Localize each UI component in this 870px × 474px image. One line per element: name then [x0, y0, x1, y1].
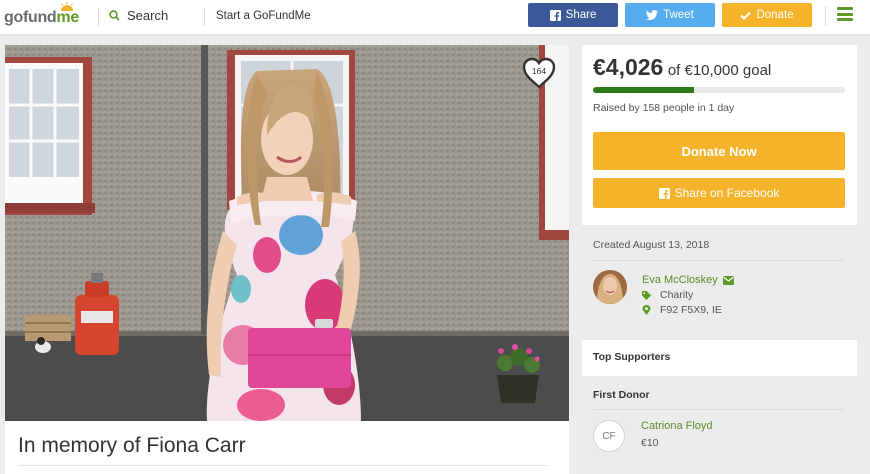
- title-divider: [18, 465, 548, 466]
- campaign-photo-illustration: [5, 45, 569, 421]
- header-divider: [98, 8, 99, 26]
- progress-bar: [593, 87, 845, 93]
- top-supporters-card[interactable]: Top Supporters: [582, 340, 857, 376]
- organizer-info: Created August 13, 2018 Eva McCloskey Ch…: [582, 230, 857, 334]
- tweet-label: Tweet: [663, 9, 694, 21]
- facebook-icon: [549, 9, 561, 21]
- checkmark-icon: [740, 11, 752, 20]
- category-label: Charity: [660, 289, 694, 301]
- organizer-name-link[interactable]: Eva McCloskey: [642, 274, 734, 286]
- hamburger-menu-icon[interactable]: [837, 7, 853, 21]
- tweet-button[interactable]: Tweet: [625, 3, 715, 27]
- header-divider: [825, 6, 826, 26]
- location-label: F92 F5X9, IE: [660, 304, 722, 316]
- donation-card: €4,026 of €10,000 goal Raised by 158 peo…: [582, 45, 857, 225]
- category-row: Charity: [642, 289, 693, 301]
- donor-initials-avatar: CF: [593, 420, 625, 452]
- heart-button[interactable]: 164: [522, 57, 556, 89]
- campaign-photo: 164: [5, 45, 569, 421]
- envelope-icon[interactable]: [722, 275, 734, 285]
- top-supporters-title: Top Supporters: [593, 351, 671, 363]
- menu-bar: [837, 12, 853, 16]
- search-label: Search: [127, 8, 169, 23]
- first-donor-divider: [593, 409, 845, 410]
- logo-wordmark: gofundme: [4, 9, 79, 26]
- facebook-icon: [658, 187, 670, 199]
- donor-name: Catriona Floyd: [641, 420, 713, 432]
- twitter-icon: [646, 10, 659, 20]
- location-row: F92 F5X9, IE: [642, 304, 722, 316]
- menu-bar: [837, 7, 853, 10]
- share-button[interactable]: Share: [528, 3, 618, 27]
- search-icon: [109, 10, 120, 21]
- donate-now-button[interactable]: Donate Now: [593, 132, 845, 170]
- search-link[interactable]: Search: [109, 8, 168, 23]
- created-date: Created August 13, 2018: [593, 239, 710, 251]
- first-donor-title: First Donor: [593, 389, 650, 401]
- organizer-avatar[interactable]: [593, 270, 627, 304]
- share-on-facebook-label: Share on Facebook: [674, 186, 780, 200]
- donate-label: Donate: [756, 9, 794, 21]
- start-gofundme-link[interactable]: Start a GoFundMe: [216, 10, 311, 22]
- first-donor-section: First Donor CF Catriona Floyd €10: [582, 382, 857, 474]
- raised-amount: €4,026: [593, 54, 664, 80]
- raised-by-text: Raised by 158 people in 1 day: [593, 102, 735, 114]
- progress-fill: [593, 87, 695, 93]
- heart-count: 164: [531, 66, 547, 76]
- share-label: Share: [565, 9, 597, 21]
- menu-bar: [837, 18, 853, 21]
- location-pin-icon: [642, 305, 651, 315]
- gofundme-logo[interactable]: gofundme: [4, 2, 88, 30]
- donor-amount: €10: [641, 437, 659, 449]
- raised-summary: €4,026 of €10,000 goal: [593, 54, 771, 81]
- avatar-image: [593, 270, 627, 304]
- top-header: gofundme Search Start a GoFundMe Share T…: [0, 0, 870, 35]
- organizer-name: Eva McCloskey: [642, 274, 718, 286]
- goal-text: of €10,000 goal: [667, 62, 772, 79]
- share-on-facebook-button[interactable]: Share on Facebook: [593, 178, 845, 208]
- campaign-card: 164 In memory of Fiona Carr: [5, 45, 569, 474]
- info-divider: [593, 260, 845, 261]
- donate-button[interactable]: Donate: [722, 3, 812, 27]
- tag-icon: [642, 290, 651, 300]
- header-divider: [204, 8, 205, 26]
- campaign-title: In memory of Fiona Carr: [18, 434, 246, 457]
